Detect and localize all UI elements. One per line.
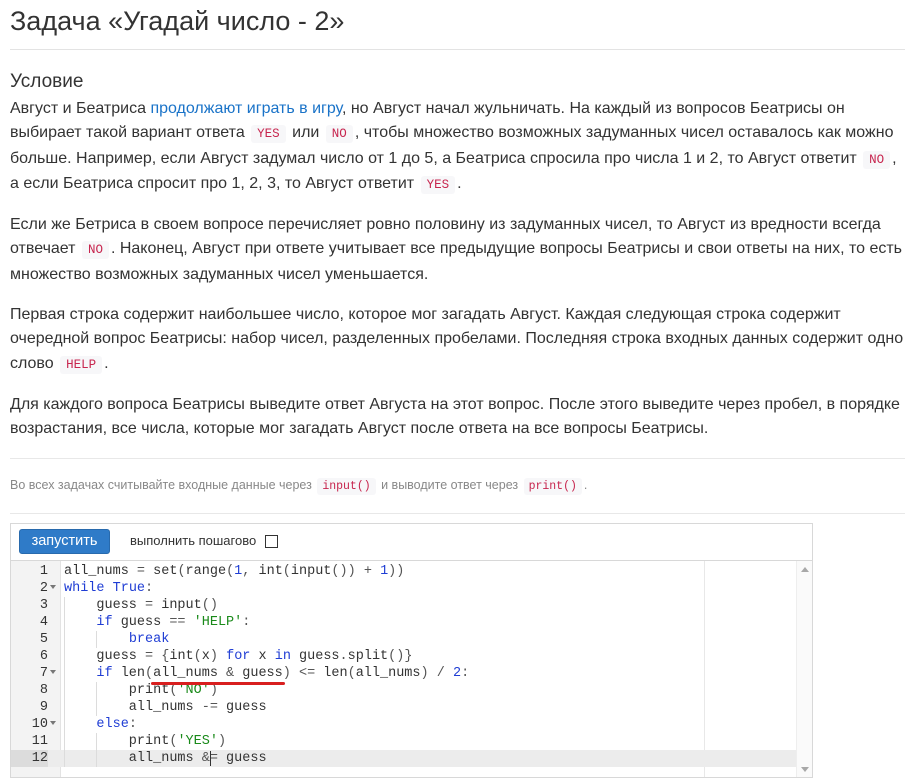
code-line[interactable]: 4 if guess == 'HELP':	[11, 614, 796, 631]
line-number: 12	[11, 750, 48, 767]
p1-text-c: или	[287, 124, 324, 142]
step-by-step-label: выполнить пошагово	[130, 533, 257, 548]
code-text: guess = {int(x) for x in guess.split()}	[64, 649, 413, 664]
divider-2	[10, 512, 905, 514]
p2-text-b: . Наконец, Август при ответе учитывает в…	[10, 240, 903, 283]
code-line[interactable]: 10 else:	[11, 716, 796, 733]
yes-code: YES	[251, 125, 286, 144]
indent-guide	[64, 699, 65, 716]
code-line[interactable]: 9 all_nums -= guess	[11, 699, 796, 716]
indent-guide	[64, 733, 65, 750]
indent-guide	[96, 699, 98, 716]
indent-guide	[96, 733, 98, 750]
line-number: 1	[39, 564, 48, 579]
note-text-a: Во всех задачах считывайте входные данны…	[10, 477, 316, 492]
code-editor-panel: запустить выполнить пошагово 1 all_nums =…	[10, 523, 813, 778]
page-title: Задача «Угадай число - 2»	[10, 0, 905, 50]
code-text: all_nums -= guess	[64, 700, 267, 715]
editor-toolbar: запустить выполнить пошагово	[11, 524, 812, 560]
line-number: 7	[39, 666, 48, 681]
code-line[interactable]: 6 guess = {int(x) for x in guess.split()…	[11, 648, 796, 665]
code-text: if len(all_nums & guess) <= len(all_nums…	[96, 666, 470, 681]
fold-arrow-icon[interactable]	[50, 585, 56, 589]
io-note: Во всех задачах считывайте входные данны…	[10, 475, 905, 497]
p1-text-a: Август и Беатриса	[10, 100, 151, 117]
code-text: all_nums = set(range(1, int(input()) + 1…	[64, 564, 405, 579]
note-text-b: и выводите ответ через	[377, 477, 522, 492]
code-text: if guess == 'HELP':	[96, 615, 251, 630]
code-line[interactable]: 12 all_nums &= guess	[11, 750, 796, 767]
code-line[interactable]: 11 print('YES')	[11, 733, 796, 750]
step-by-step-checkbox[interactable]	[265, 535, 278, 548]
p1-text-f: .	[457, 174, 462, 192]
game-link[interactable]: продолжают играть в игру	[150, 100, 342, 117]
no-code-3: NO	[81, 241, 109, 260]
indent-guide	[64, 614, 65, 631]
code-line[interactable]: 3 guess = input()	[11, 597, 796, 614]
scroll-up-arrow-icon[interactable]	[801, 567, 809, 572]
code-text: print('YES')	[64, 734, 227, 749]
code-text: guess = input()	[64, 598, 218, 613]
indent-guide	[64, 665, 65, 682]
p3-text-b: .	[104, 354, 109, 372]
indent-guide	[64, 750, 65, 767]
indent-guide	[64, 648, 65, 665]
print-code: print()	[523, 477, 582, 495]
indent-guide	[64, 597, 65, 614]
code-text: break	[128, 632, 170, 647]
yes-code-2: YES	[420, 175, 456, 194]
paragraph-3: Первая строка содержит наибольшее число,…	[10, 303, 905, 377]
line-number: 2	[39, 581, 48, 596]
note-text-c: .	[583, 477, 588, 492]
line-number: 10	[31, 717, 48, 732]
code-text: while True:	[64, 581, 154, 596]
divider	[10, 457, 905, 459]
line-number: 3	[39, 598, 48, 613]
text-cursor	[209, 751, 211, 766]
indent-guide	[64, 631, 65, 648]
indent-guide	[64, 716, 65, 733]
run-button[interactable]: запустить	[19, 529, 110, 554]
input-code: input()	[317, 477, 376, 495]
scroll-down-arrow-icon[interactable]	[801, 767, 809, 772]
code-line[interactable]: 2 while True:	[11, 580, 796, 597]
line-number: 9	[39, 700, 48, 715]
no-code-2: NO	[863, 150, 891, 169]
no-code: NO	[325, 125, 353, 144]
line-number: 11	[31, 734, 48, 749]
code-line[interactable]: 8 print('NO')	[11, 682, 796, 699]
line-number: 5	[39, 632, 48, 647]
paragraph-2: Если же Бетриса в своем вопросе перечисл…	[10, 213, 905, 287]
line-number: 6	[39, 649, 48, 664]
indent-guide	[96, 631, 98, 648]
vertical-scrollbar[interactable]	[796, 561, 812, 777]
line-number: 8	[39, 683, 48, 698]
code-line[interactable]: 5 break	[11, 631, 796, 648]
code-editor[interactable]: 1 all_nums = set(range(1, int(input()) + …	[11, 560, 812, 777]
code-line[interactable]: 1 all_nums = set(range(1, int(input()) + …	[11, 563, 796, 580]
fold-arrow-icon[interactable]	[50, 721, 56, 725]
paragraph-4: Для каждого вопроса Беатрисы выведите от…	[10, 395, 900, 438]
indent-guide	[64, 682, 65, 699]
section-heading: Условие	[10, 71, 84, 92]
line-number: 4	[39, 615, 48, 630]
help-code: HELP	[60, 355, 103, 374]
p3-text-a: Первая строка содержит наибольшее число,…	[10, 306, 904, 372]
code-line[interactable]: 7 if len(all_nums & guess) <= len(all_nu…	[11, 665, 796, 682]
code-text: all_nums &= guess	[64, 751, 267, 766]
paragraph-1: Август и Беатриса продолжают играть в иг…	[10, 97, 905, 197]
indent-guide	[96, 682, 98, 699]
indent-guide	[96, 750, 98, 767]
fold-arrow-icon[interactable]	[50, 670, 56, 674]
red-underline-annotation	[151, 682, 285, 685]
code-text: else:	[96, 717, 137, 732]
